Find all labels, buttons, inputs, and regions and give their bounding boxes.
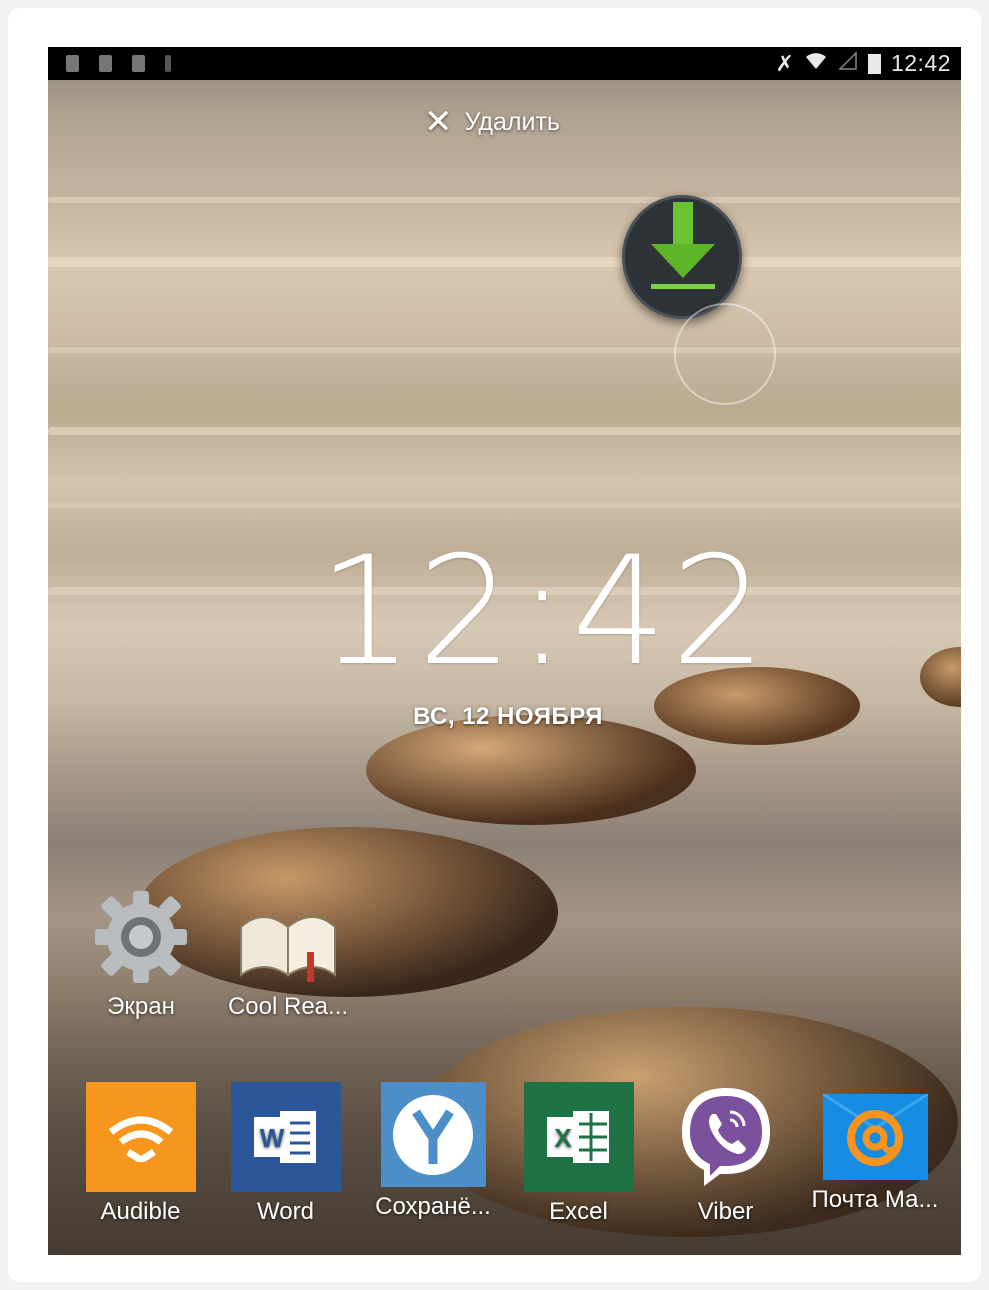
app-saved-yandex[interactable]: Сохранё... [363, 1082, 503, 1221]
audible-icon [85, 1082, 196, 1192]
app-audible[interactable]: Audible [78, 1082, 203, 1226]
image-icon [66, 55, 79, 72]
dragged-download-app-icon[interactable] [622, 195, 742, 319]
excel-icon: X [523, 1082, 634, 1192]
mail-icon [822, 1094, 928, 1180]
book-icon [233, 897, 343, 987]
wallpaper-stone [366, 715, 696, 825]
close-icon: ✕ [424, 103, 453, 141]
app-viber[interactable]: Viber [663, 1082, 788, 1226]
app-label: Сохранё... [375, 1193, 491, 1220]
yandex-icon [380, 1082, 486, 1187]
svg-text:W: W [259, 1123, 284, 1153]
mute-icon: ✗ [775, 50, 794, 76]
app-label: Viber [697, 1198, 754, 1225]
app-label: Excel [549, 1198, 608, 1225]
drag-target-ring [674, 303, 776, 405]
wallpaper-stone [920, 647, 961, 707]
word-icon: W [230, 1082, 341, 1192]
app-label: Экран [107, 993, 175, 1020]
download-arrow-icon [651, 202, 715, 289]
home-clock-time: 12:42 [318, 525, 771, 699]
app-label: Word [257, 1198, 314, 1225]
wifi-icon [804, 51, 828, 77]
download-icon [165, 55, 171, 72]
home-screen: ✗ 12:42 ✕ Удалить 12:42 ВС, 12 НОЯБРЯ Эк… [48, 47, 961, 1255]
gear-icon [91, 887, 191, 987]
app-label: Почта Ма... [811, 1186, 939, 1213]
viber-icon [671, 1082, 781, 1192]
delete-label: Удалить [464, 107, 560, 136]
svg-text:X: X [554, 1123, 572, 1153]
app-mail-ru[interactable]: Почта Ма... [800, 1082, 950, 1214]
home-clock-date: ВС, 12 НОЯБРЯ [413, 703, 603, 730]
app-excel[interactable]: X Excel [516, 1082, 641, 1226]
app-cool-reader[interactable]: Cool Rea... [218, 897, 358, 1021]
app-label: Audible [100, 1198, 181, 1225]
status-bar: ✗ 12:42 [48, 47, 961, 80]
delete-drop-target[interactable]: ✕ Удалить [424, 105, 560, 139]
app-screen-settings[interactable]: Экран [76, 887, 206, 1021]
signal-icon [838, 50, 858, 77]
battery-icon [867, 53, 881, 74]
status-time: 12:42 [890, 50, 951, 76]
document-icon [132, 55, 145, 72]
app-label: Cool Rea... [227, 993, 349, 1020]
sd-card-icon [99, 55, 112, 72]
app-word[interactable]: W Word [223, 1082, 348, 1226]
